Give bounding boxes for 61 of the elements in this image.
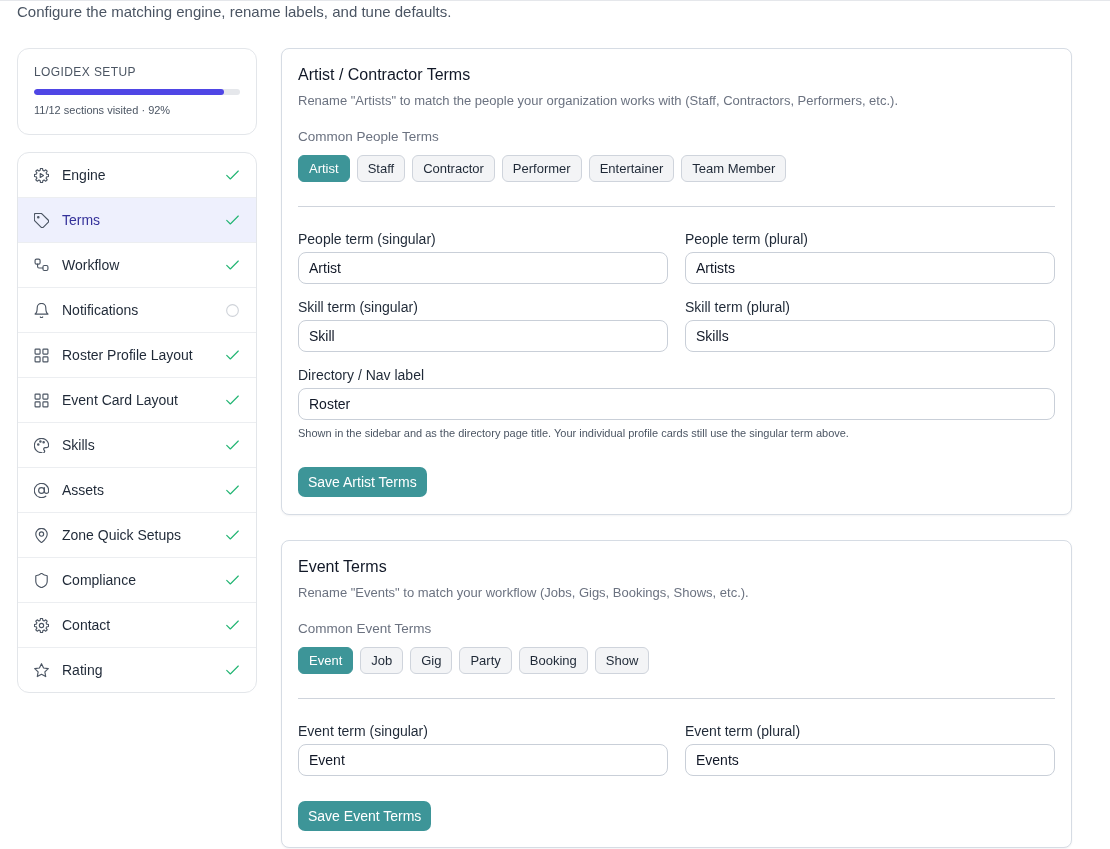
- sidebar-item[interactable]: Contact: [18, 603, 256, 648]
- sidebar-item[interactable]: Assets: [18, 468, 256, 513]
- card-title: Artist / Contractor Terms: [298, 65, 471, 85]
- field-label: Event term (plural): [685, 722, 801, 740]
- preset-chip[interactable]: Party: [459, 647, 512, 674]
- progress-caption: 11/12 sections visited · 92%: [34, 103, 171, 117]
- preset-chip[interactable]: Contractor: [412, 155, 495, 182]
- field-label: Event term (singular): [298, 722, 428, 740]
- map-pin-icon: [34, 527, 49, 543]
- palette-icon: [34, 437, 49, 453]
- text-input[interactable]: Skill: [298, 320, 668, 352]
- preset-chip[interactable]: Performer: [501, 155, 582, 182]
- preset-chip[interactable]: Gig: [410, 647, 453, 674]
- settings-icon: [34, 617, 49, 633]
- text-input[interactable]: Artists: [685, 252, 1055, 284]
- tag-icon: [34, 212, 49, 228]
- card-title: Event Terms: [298, 557, 387, 577]
- presets-label: Common People Terms: [298, 128, 439, 146]
- text-input[interactable]: Events: [685, 744, 1055, 776]
- field-label: Directory / Nav label: [298, 366, 425, 384]
- card-description: Rename "Artists" to match the people your organization works with (Staff, Contractors, Performers, etc.).: [298, 92, 898, 110]
- preset-chip[interactable]: Artist: [298, 155, 350, 182]
- sidebar-item[interactable]: Zone Quick Setups: [18, 513, 256, 558]
- preset-chip[interactable]: Job: [360, 647, 404, 674]
- presets-label: Common Event Terms: [298, 620, 432, 638]
- card-description: Rename "Events" to match your workflow (Jobs, Gigs, Bookings, Shows, etc.).: [298, 584, 749, 602]
- sidebar-item[interactable]: Terms: [18, 198, 256, 243]
- preset-chip[interactable]: Staff: [356, 155, 406, 182]
- gear-play-icon: [34, 167, 49, 183]
- sidebar-item[interactable]: Roster Profile Layout: [18, 333, 256, 378]
- text-input[interactable]: Roster: [298, 388, 1055, 420]
- text-input[interactable]: Artist: [298, 252, 668, 284]
- shield-icon: [34, 572, 49, 588]
- bell-icon: [34, 302, 49, 318]
- at-sign-icon: [34, 482, 49, 498]
- field-label: People term (plural): [685, 230, 808, 248]
- preset-chip[interactable]: Event: [298, 647, 354, 674]
- preset-chip[interactable]: Show: [594, 647, 650, 674]
- field-label: Skill term (singular): [298, 298, 418, 316]
- sidebar-item[interactable]: Notifications: [18, 288, 256, 333]
- preset-chip[interactable]: Entertainer: [588, 155, 675, 182]
- sidebar-item[interactable]: Compliance: [18, 558, 256, 603]
- field-label: Skill term (plural): [685, 298, 790, 316]
- text-input[interactable]: Event: [298, 744, 668, 776]
- preset-chip[interactable]: Booking: [518, 647, 588, 674]
- save-button[interactable]: Save Event Terms: [298, 801, 432, 831]
- sidebar-item[interactable]: Workflow: [18, 243, 256, 288]
- text-input[interactable]: Skills: [685, 320, 1055, 352]
- sidebar-item[interactable]: Event Card Layout: [18, 378, 256, 423]
- grid-icon: [34, 392, 49, 408]
- workflow-icon: [34, 257, 49, 273]
- sidebar-item[interactable]: Rating: [18, 648, 256, 692]
- preset-chip[interactable]: Team Member: [681, 155, 787, 182]
- grid-icon: [34, 347, 49, 363]
- field-hint: Shown in the sidebar and as the directory page title. Your individual profile cards still use the singular term above.: [298, 426, 849, 440]
- page-subtitle: Configure the matching engine, rename labels, and tune defaults.: [17, 2, 452, 22]
- sidebar-item[interactable]: Skills: [18, 423, 256, 468]
- progress-title: LOGIDEX SETUP: [34, 64, 136, 80]
- field-label: People term (singular): [298, 230, 436, 248]
- save-button[interactable]: Save Artist Terms: [298, 467, 427, 497]
- star-icon: [34, 662, 49, 678]
